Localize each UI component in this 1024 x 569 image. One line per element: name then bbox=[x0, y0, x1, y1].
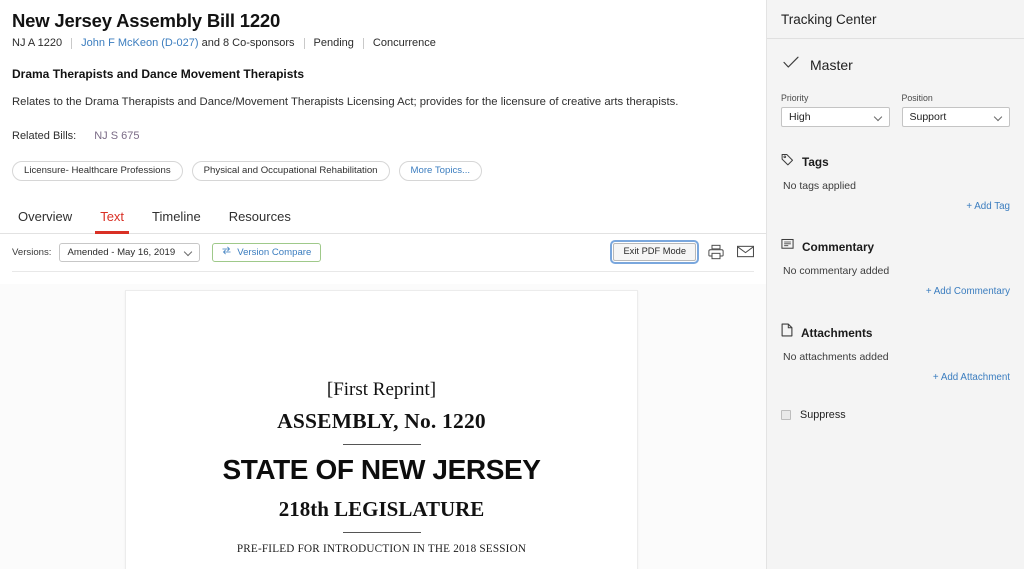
comment-icon bbox=[781, 238, 794, 256]
attachments-section: Attachments No attachments added + Add A… bbox=[781, 323, 1010, 383]
tracking-center-sidebar: Tracking Center Master Priority High Pos… bbox=[766, 0, 1024, 569]
envelope-icon[interactable] bbox=[736, 244, 754, 260]
attachments-section-header: Attachments bbox=[781, 323, 1010, 342]
chevron-down-icon bbox=[995, 114, 1002, 121]
position-select[interactable]: Support bbox=[901, 107, 1010, 127]
position-value: Support bbox=[909, 111, 947, 123]
priority-label: Priority bbox=[781, 93, 809, 103]
bill-summary: Relates to the Drama Therapists and Danc… bbox=[12, 96, 679, 109]
tags-title: Tags bbox=[802, 155, 829, 169]
document-divider bbox=[342, 443, 421, 445]
sponsor-link[interactable]: John F McKeon (D-027) bbox=[81, 37, 198, 49]
bill-subject: Drama Therapists and Dance Movement Ther… bbox=[12, 67, 305, 82]
commentary-empty-text: No commentary added bbox=[783, 265, 890, 277]
topic-chip[interactable]: Physical and Occupational Rehabilitation bbox=[191, 160, 390, 182]
bill-document: [First Reprint] ASSEMBLY, No. 1220 STATE… bbox=[126, 291, 637, 555]
priority-field: Priority High bbox=[781, 93, 890, 127]
attachments-empty-text: No attachments added bbox=[783, 351, 889, 363]
chevron-down-icon bbox=[185, 249, 192, 256]
printer-icon[interactable] bbox=[707, 244, 725, 260]
check-icon bbox=[783, 56, 799, 74]
add-attachment-link[interactable]: + Add Attachment bbox=[781, 372, 1010, 383]
related-bills: Related Bills: NJ S 675 bbox=[12, 130, 754, 142]
related-bills-label: Related Bills: bbox=[12, 129, 77, 142]
version-toolbar: Versions: Amended - May 16, 2019 Version… bbox=[12, 234, 754, 272]
versions-label: Versions: bbox=[12, 246, 52, 258]
compare-arrows-icon bbox=[222, 246, 231, 258]
master-label: Master bbox=[810, 57, 853, 73]
app-root: New Jersey Assembly Bill 1220 NJ A 1220 … bbox=[0, 0, 1024, 569]
commentary-title: Commentary bbox=[802, 240, 875, 254]
topic-chip[interactable]: Licensure- Healthcare Professions bbox=[12, 160, 183, 182]
version-select-value: Amended - May 16, 2019 bbox=[67, 246, 176, 258]
tracking-fields: Priority High Position Support bbox=[781, 93, 1010, 127]
bill-sponsor: John F McKeon (D-027) and 8 Co-sponsors bbox=[81, 38, 294, 49]
related-bill-link[interactable]: NJ S 675 bbox=[94, 130, 139, 142]
tag-icon bbox=[781, 153, 794, 171]
position-label: Position bbox=[901, 93, 933, 103]
meta-divider bbox=[303, 38, 305, 50]
main-content: New Jersey Assembly Bill 1220 NJ A 1220 … bbox=[0, 0, 766, 569]
toolbar-actions: Exit PDF Mode bbox=[610, 239, 754, 265]
suppress-checkbox[interactable] bbox=[781, 410, 791, 420]
bill-stage: Concurrence bbox=[372, 37, 436, 50]
document-reprint-label: [First Reprint] bbox=[326, 379, 437, 400]
position-field: Position Support bbox=[901, 93, 1010, 127]
meta-divider bbox=[362, 38, 364, 50]
bill-meta-row: NJ A 1220 John F McKeon (D-027) and 8 Co… bbox=[12, 37, 754, 50]
tab-resources[interactable]: Resources bbox=[215, 205, 305, 233]
priority-select[interactable]: High bbox=[781, 107, 890, 127]
commentary-section-header: Commentary bbox=[781, 238, 1010, 256]
tab-bar: Overview Text Timeline Resources bbox=[0, 205, 766, 234]
commentary-section: Commentary No commentary added + Add Com… bbox=[781, 238, 1010, 297]
sidebar-title: Tracking Center bbox=[781, 12, 877, 27]
sidebar-header: Tracking Center bbox=[767, 0, 1024, 39]
bill-number: NJ A 1220 bbox=[12, 37, 63, 50]
tags-section: Tags No tags applied + Add Tag bbox=[781, 153, 1010, 212]
document-assembly-heading: ASSEMBLY, No. 1220 bbox=[277, 408, 486, 433]
cosponsor-count: and 8 Co-sponsors bbox=[198, 37, 295, 50]
chevron-down-icon bbox=[875, 114, 882, 121]
document-legislature-heading: 218th LEGISLATURE bbox=[278, 496, 485, 521]
pdf-page: [First Reprint] ASSEMBLY, No. 1220 STATE… bbox=[125, 290, 638, 569]
meta-divider bbox=[71, 38, 73, 50]
suppress-row[interactable]: Suppress bbox=[781, 409, 1010, 421]
tags-section-header: Tags bbox=[781, 153, 1010, 171]
page-title: New Jersey Assembly Bill 1220 bbox=[12, 10, 281, 31]
version-compare-button[interactable]: Version Compare bbox=[212, 242, 322, 262]
more-topics-chip[interactable]: More Topics... bbox=[398, 160, 483, 182]
document-divider bbox=[342, 531, 421, 533]
suppress-label: Suppress bbox=[800, 409, 846, 421]
add-commentary-link[interactable]: + Add Commentary bbox=[781, 286, 1010, 297]
priority-value: High bbox=[789, 111, 811, 123]
tab-overview[interactable]: Overview bbox=[12, 205, 86, 233]
master-toggle-row[interactable]: Master bbox=[781, 39, 1010, 74]
sidebar-body: Master Priority High Position Support Ta… bbox=[767, 39, 1024, 421]
version-select[interactable]: Amended - May 16, 2019 bbox=[59, 242, 201, 262]
tab-timeline[interactable]: Timeline bbox=[138, 205, 215, 233]
exit-pdf-mode-button[interactable]: Exit PDF Mode bbox=[610, 239, 699, 265]
bill-header: New Jersey Assembly Bill 1220 NJ A 1220 … bbox=[0, 0, 766, 182]
tags-empty-text: No tags applied bbox=[783, 180, 856, 192]
document-state-heading: STATE OF NEW JERSEY bbox=[222, 453, 541, 485]
pdf-viewport[interactable]: [First Reprint] ASSEMBLY, No. 1220 STATE… bbox=[0, 284, 766, 569]
bill-status: Pending bbox=[313, 37, 354, 50]
document-prefiled-note: PRE-FILED FOR INTRODUCTION IN THE 2018 S… bbox=[236, 542, 527, 555]
topic-chip-list: Licensure- Healthcare Professions Physic… bbox=[12, 160, 754, 182]
version-compare-label: Version Compare bbox=[237, 246, 312, 258]
add-tag-link[interactable]: + Add Tag bbox=[781, 201, 1010, 212]
attachments-title: Attachments bbox=[801, 325, 873, 340]
tab-text[interactable]: Text bbox=[86, 205, 138, 234]
document-icon bbox=[781, 323, 793, 342]
